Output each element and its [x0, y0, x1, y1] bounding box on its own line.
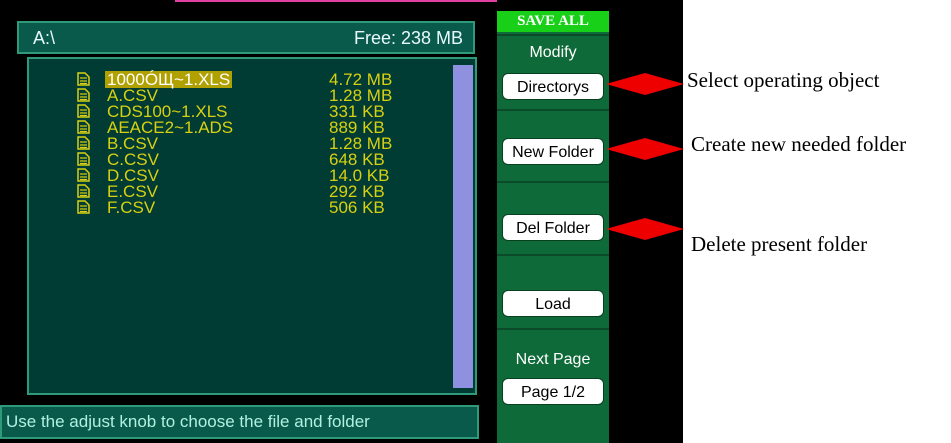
directorys-button[interactable]: Directorys [502, 73, 604, 100]
file-icon [77, 168, 90, 182]
pointer-arrow-icon [606, 218, 684, 240]
file-list-scrollbar[interactable] [453, 65, 473, 388]
menu-separator [497, 109, 609, 111]
menu-separator [497, 34, 609, 36]
file-size: 506 KB [329, 198, 385, 217]
file-icon [77, 104, 90, 118]
menu-separator [497, 254, 609, 256]
file-icon [77, 120, 90, 134]
file-icon [77, 136, 90, 150]
file-icon [77, 72, 90, 86]
oscilloscope-screen: A:\ Free: 238 MB 1000ÓЩ~1.XLS 4.72 MB A.CS… [0, 0, 683, 443]
file-row[interactable]: B.CSV 1.28 MB [29, 135, 449, 152]
menu-title: SAVE ALL [497, 11, 609, 32]
load-button[interactable]: Load [502, 290, 604, 317]
free-space-label: Free: 238 MB [353, 28, 463, 48]
file-icon [77, 184, 90, 198]
menu-separator [497, 181, 609, 183]
new-folder-button[interactable]: New Folder [502, 138, 604, 165]
annotation-create: Create new needed folder [691, 132, 907, 156]
file-icon [77, 152, 90, 166]
page-indicator-button[interactable]: Page 1/2 [502, 378, 604, 405]
del-folder-button[interactable]: Del Folder [502, 214, 604, 241]
status-hint: Use the adjust knob to choose the file a… [0, 405, 479, 439]
pointer-arrow-icon [606, 73, 684, 95]
file-row[interactable]: E.CSV 292 KB [29, 183, 449, 200]
file-row[interactable]: F.CSV 506 KB [29, 199, 449, 216]
softkey-menu: SAVE ALL Modify Directorys New Folder De… [497, 11, 609, 443]
file-browser-panel: 1000ÓЩ~1.XLS 4.72 MB A.CSV 1.28 MB CDS100~1.… [27, 57, 477, 395]
current-path: A:\ [33, 28, 56, 48]
screen-top-line [175, 0, 497, 2]
file-row[interactable]: A.CSV 1.28 MB [29, 87, 449, 104]
file-icon [77, 88, 90, 102]
file-icon [77, 200, 90, 214]
annotation-delete: Delete present folder [691, 232, 868, 256]
pointer-arrow-icon [606, 138, 684, 160]
modify-label: Modify [529, 44, 577, 61]
file-row[interactable]: CDS100~1.XLS 331 KB [29, 103, 449, 120]
file-row[interactable]: D.CSV 14.0 KB [29, 167, 449, 184]
menu-separator [497, 328, 609, 330]
next-page-label: Next Page [515, 351, 591, 368]
annotation-select: Select operating object [687, 68, 880, 92]
file-name: F.CSV [107, 198, 156, 217]
path-bar: A:\ Free: 238 MB [17, 21, 475, 54]
